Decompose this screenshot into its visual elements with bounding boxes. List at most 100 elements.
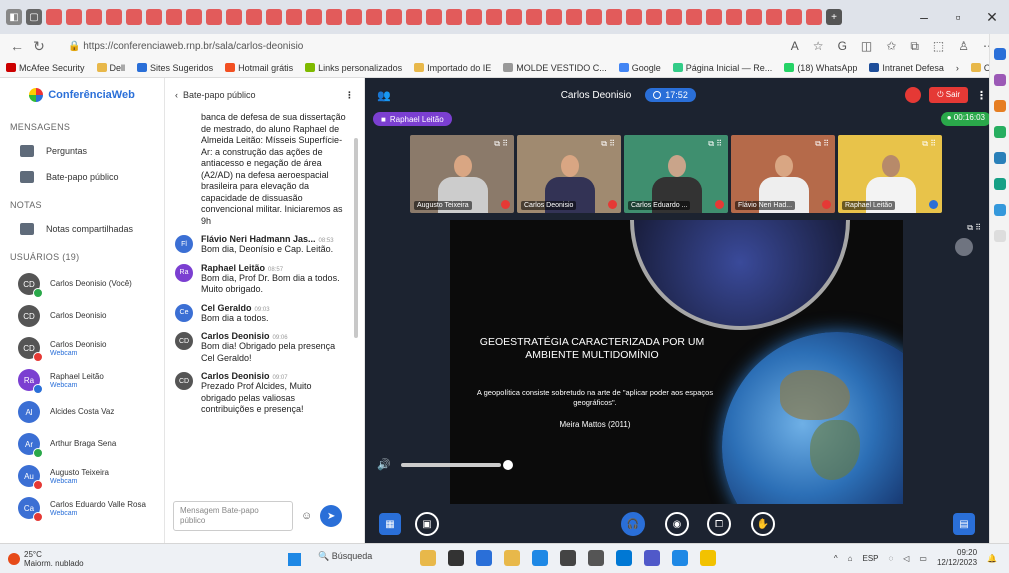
tab-favicon-icon[interactable] — [626, 9, 642, 25]
presentation-controls-icon[interactable]: ⧉ ⠿ — [967, 223, 981, 233]
tab-favicon-icon[interactable] — [806, 9, 822, 25]
tab-favicon-icon[interactable] — [226, 9, 242, 25]
webcam-tile[interactable]: ⧉ ⠿ Flávio Neri Had... — [731, 135, 835, 213]
close-icon[interactable]: ✕ — [975, 9, 1009, 26]
user-item[interactable]: CD Carlos Deonisio (Você) — [0, 268, 164, 300]
tab-favicon-icon[interactable] — [686, 9, 702, 25]
actions-button[interactable]: ▦ — [379, 513, 401, 535]
sidebar-item-shared-notes[interactable]: Notas compartilhadas — [0, 216, 164, 242]
tab-favicon-icon[interactable] — [746, 9, 762, 25]
favorite-link[interactable]: Dell — [96, 63, 125, 73]
tab-favicon-icon[interactable] — [106, 9, 122, 25]
file-explorer-icon[interactable] — [420, 550, 436, 566]
more-options-icon[interactable]: ⋮ — [345, 90, 354, 101]
volume-icon[interactable]: ◁ — [903, 554, 909, 563]
read-aloud-icon[interactable]: A — [791, 39, 799, 54]
camera-button[interactable]: ◉ — [665, 512, 689, 536]
tab-favicon-icon[interactable] — [146, 9, 162, 25]
tile-controls-icon[interactable]: ⧉ ⠿ — [922, 139, 936, 149]
user-item[interactable]: Al Alcides Costa Vaz — [0, 396, 164, 428]
folder-icon[interactable] — [504, 550, 520, 566]
app-icon[interactable] — [616, 550, 632, 566]
tab-favicon-icon[interactable] — [126, 9, 142, 25]
add-sidebar-icon[interactable] — [993, 230, 1006, 242]
send-button[interactable]: ➤ — [320, 505, 343, 527]
headphones-button[interactable]: 🎧 — [621, 512, 645, 536]
weather-widget[interactable]: 25°C Maiorm. nublado — [0, 550, 84, 568]
favorites-icon[interactable]: ✩ — [886, 39, 896, 54]
record-button[interactable] — [905, 87, 922, 103]
profile-icon[interactable]: ♙ — [958, 39, 969, 54]
app-icon[interactable] — [672, 550, 688, 566]
tab-favicon-icon[interactable] — [306, 9, 322, 25]
workspaces-icon[interactable]: ◧ — [6, 9, 22, 25]
taskbar-search[interactable]: 🔍 Búsqueda — [318, 551, 372, 562]
tab-favicon-icon[interactable] — [566, 9, 582, 25]
wifi-icon[interactable]: ◌ — [889, 554, 894, 563]
favorite-link[interactable]: Links personalizados — [305, 63, 402, 73]
webcam-tile[interactable]: ⧉ ⠿ Carlos Deonisio — [517, 135, 621, 213]
tab-favicon-icon[interactable] — [346, 9, 362, 25]
tab-favicon-icon[interactable] — [586, 9, 602, 25]
tab-favicon-icon[interactable] — [246, 9, 262, 25]
battery-icon[interactable]: ▭ — [919, 554, 927, 563]
tab-favicon-icon[interactable] — [726, 9, 742, 25]
tab-favicon-icon[interactable] — [286, 9, 302, 25]
collections-icon[interactable]: ⧉ — [910, 39, 919, 54]
new-tab-icon[interactable]: + — [826, 9, 842, 25]
tab-favicon-icon[interactable] — [526, 9, 542, 25]
favorite-link[interactable]: Sites Sugeridos — [137, 63, 213, 73]
tab-favicon-icon[interactable] — [786, 9, 802, 25]
tab-favicon-icon[interactable] — [406, 9, 422, 25]
favorite-link[interactable]: Google — [618, 63, 661, 73]
tab-favicon-icon[interactable] — [666, 9, 682, 25]
tab-favicon-icon[interactable] — [266, 9, 282, 25]
tab-favicon-icon[interactable] — [486, 9, 502, 25]
volume-slider[interactable] — [400, 462, 501, 467]
tab-favicon-icon[interactable] — [506, 9, 522, 25]
split-screen-icon[interactable]: ◫ — [861, 39, 872, 54]
back-icon[interactable]: ← — [6, 38, 28, 54]
tab-favicon-icon[interactable] — [426, 9, 442, 25]
tab-favicon-icon[interactable] — [46, 9, 62, 25]
tab-favicon-icon[interactable] — [206, 9, 222, 25]
speaker-icon[interactable]: 🔊 — [377, 458, 391, 471]
webcam-tile[interactable]: ⧉ ⠿ Carlos Eduardo ... — [624, 135, 728, 213]
store-icon[interactable] — [560, 550, 576, 566]
favorite-link[interactable]: McAfee Security — [6, 63, 85, 73]
app-icon[interactable] — [532, 550, 548, 566]
tile-controls-icon[interactable]: ⧉ ⠿ — [815, 139, 829, 149]
users-icon[interactable]: 👥 — [377, 89, 391, 102]
tab-favicon-icon[interactable] — [386, 9, 402, 25]
chevron-right-icon[interactable]: › — [956, 63, 959, 73]
copilot-icon[interactable] — [993, 74, 1006, 86]
chrome-icon[interactable] — [700, 550, 716, 566]
layout-button[interactable]: ▤ — [953, 513, 975, 535]
user-item[interactable]: Au Augusto Teixeira Webcam — [0, 460, 164, 492]
shopping-icon[interactable] — [993, 100, 1006, 112]
favorite-link[interactable]: Intranet Defesa — [869, 63, 944, 73]
tab-favicon-icon[interactable] — [546, 9, 562, 25]
tab-favicon-icon[interactable] — [706, 9, 722, 25]
sidebar-item-public-chat[interactable]: Bate-papo público — [0, 164, 164, 190]
user-item[interactable]: Ar Arthur Braga Sena — [0, 428, 164, 460]
outlook-icon[interactable] — [993, 178, 1006, 190]
favorite-link[interactable]: Importado do IE — [414, 63, 491, 73]
tile-controls-icon[interactable]: ⧉ ⠿ — [601, 139, 615, 149]
user-item[interactable]: Ra Raphael Leitão Webcam — [0, 364, 164, 396]
tab-favicon-icon[interactable] — [66, 9, 82, 25]
raise-hand-button[interactable]: ✋ — [751, 512, 775, 536]
minimize-presentation-button[interactable] — [955, 238, 973, 256]
tab-actions-icon[interactable]: ▢ — [26, 9, 42, 25]
notification-icon[interactable]: 🔔 — [987, 554, 997, 563]
chevron-left-icon[interactable]: ‹ — [175, 90, 183, 100]
tab-favicon-icon[interactable] — [646, 9, 662, 25]
tab-favicon-icon[interactable] — [166, 9, 182, 25]
favorite-link[interactable]: Hotmail grátis — [225, 63, 293, 73]
tab-favicon-icon[interactable] — [766, 9, 782, 25]
reload-icon[interactable]: ↻ — [28, 38, 50, 55]
more-options-icon[interactable]: ⋮ — [976, 89, 987, 102]
refresh-icon[interactable]: G — [838, 39, 847, 54]
language-indicator[interactable]: ESP — [862, 554, 878, 563]
tab-favicon-icon[interactable] — [606, 9, 622, 25]
